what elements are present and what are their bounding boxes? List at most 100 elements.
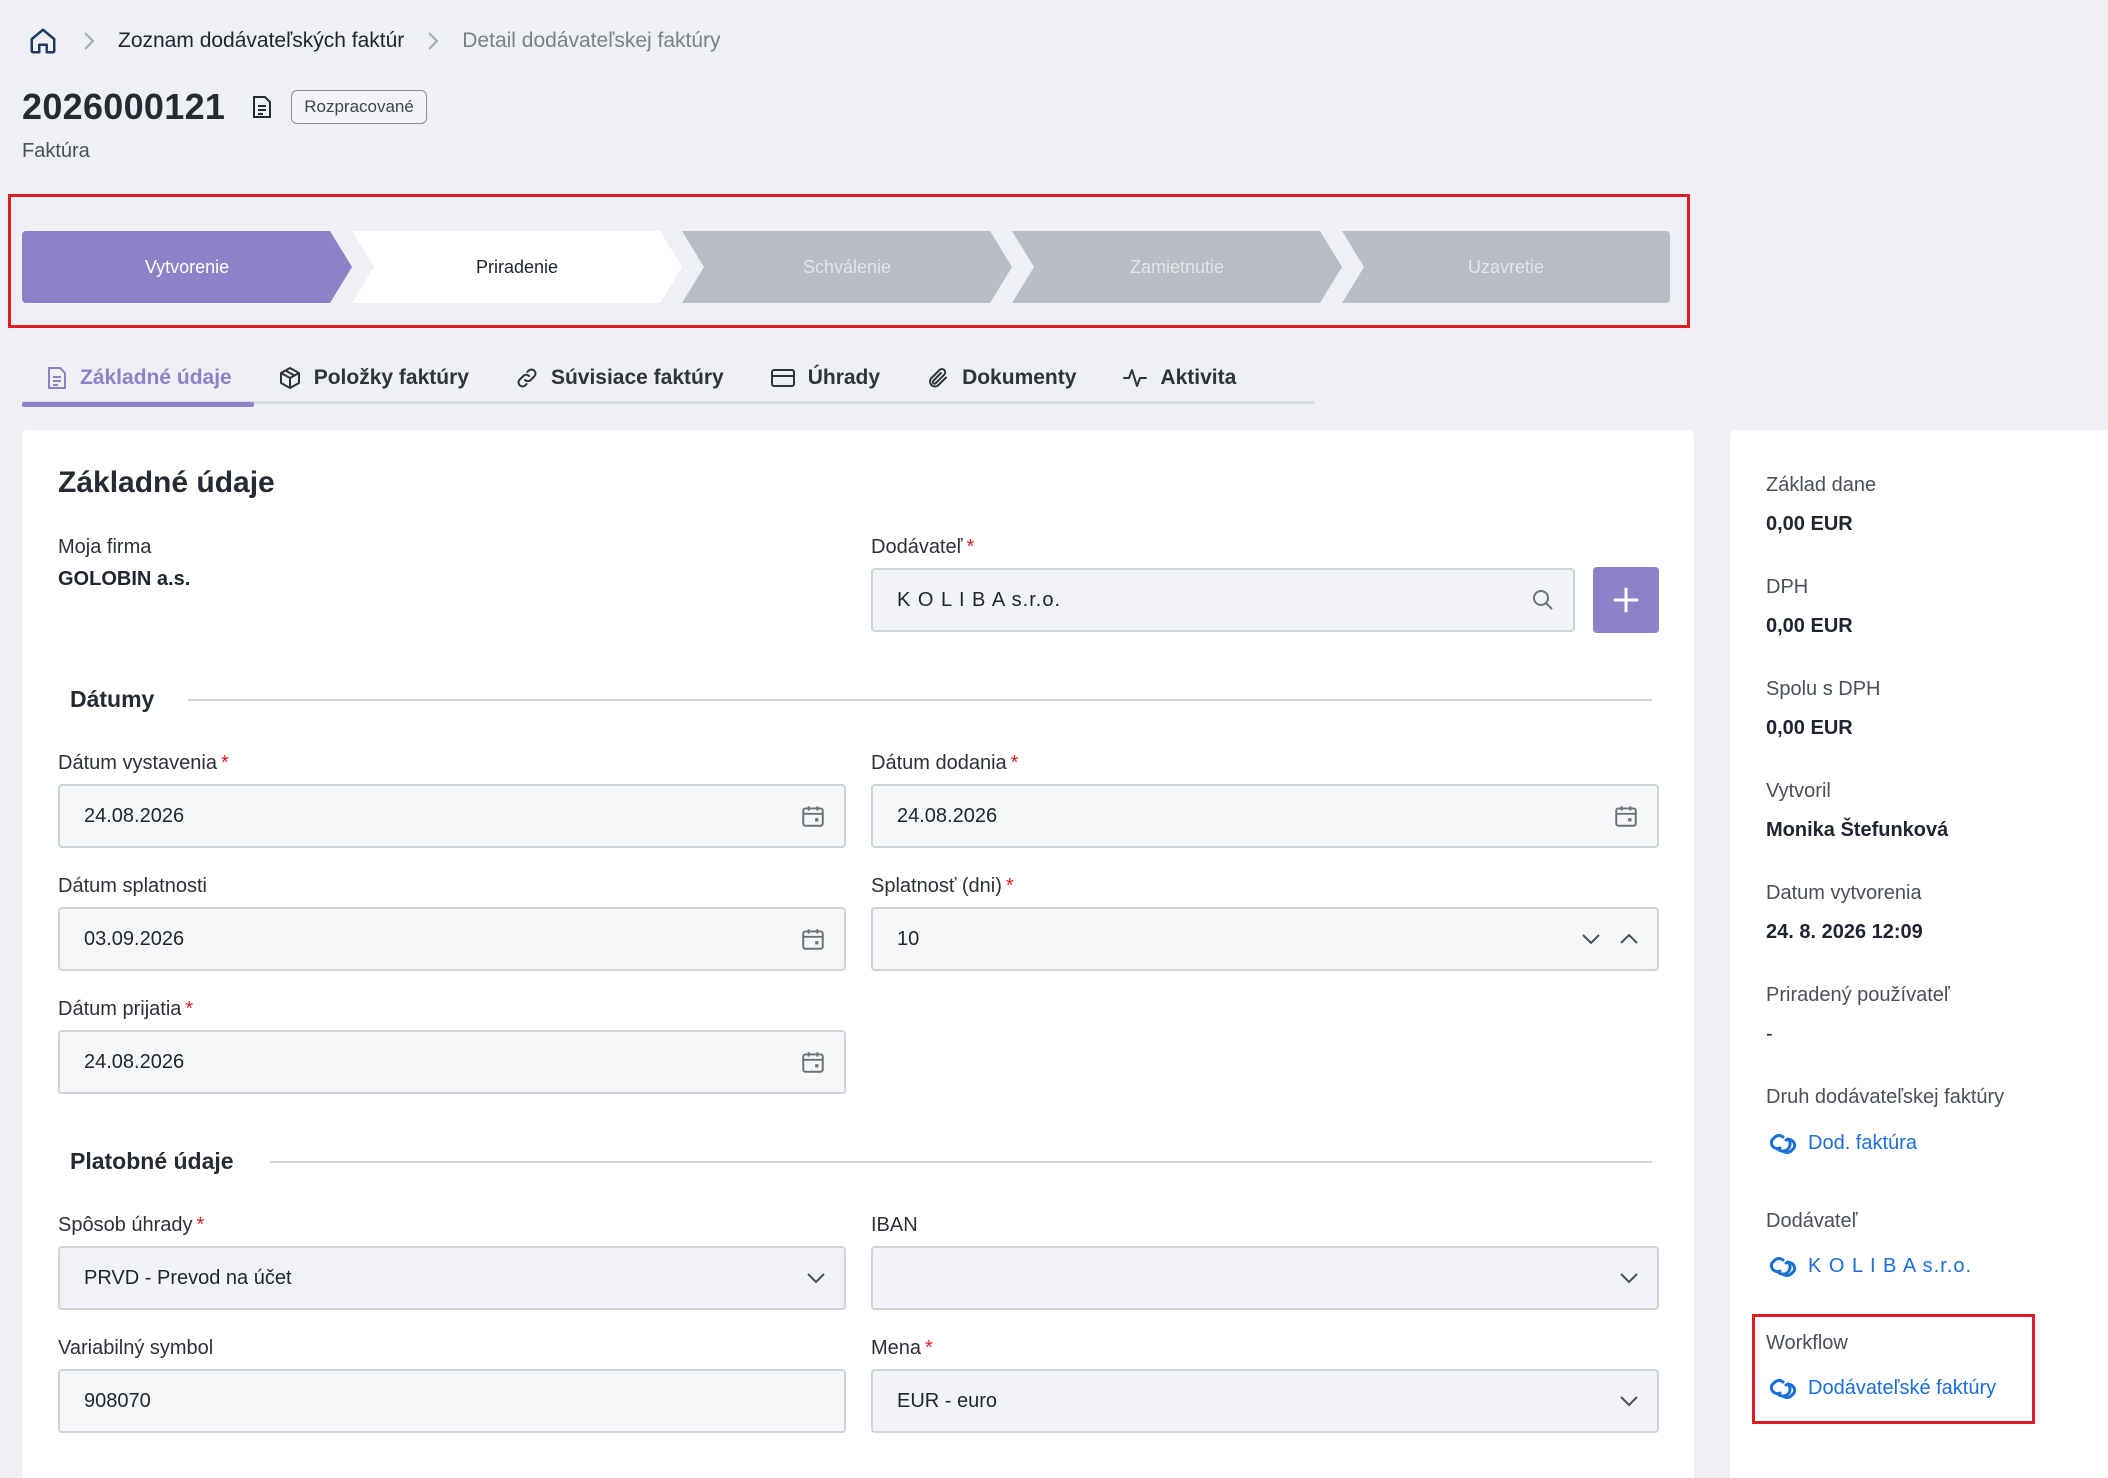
delivery-date-field[interactable]: 24.08.2026	[871, 784, 1659, 848]
total-value: 0,00 EUR	[1766, 717, 1853, 739]
tab-related-invoices[interactable]: Súvisiace faktúry	[491, 358, 746, 404]
status-badge: Rozpracované	[291, 90, 427, 124]
step-vytvorenie[interactable]: Vytvorenie	[22, 231, 352, 303]
search-icon[interactable]	[1531, 588, 1555, 612]
tab-label: Úhrady	[807, 366, 881, 389]
tab-invoice-items[interactable]: Položky faktúry	[254, 358, 491, 404]
home-icon[interactable]	[26, 24, 60, 58]
issue-date-field[interactable]: 24.08.2026	[58, 784, 846, 848]
card-icon	[770, 369, 795, 387]
sidebar-supplier-label: Dodávateľ	[1766, 1210, 1858, 1232]
created-by-value: Monika Štefunková	[1766, 819, 1949, 841]
chevron-right-icon	[418, 31, 448, 51]
payment-method-select[interactable]: PRVD - Prevod na účet	[58, 1246, 846, 1310]
tab-activity[interactable]: Aktivita	[1098, 358, 1258, 404]
workflow-stepper: Vytvorenie Priradenie Schválenie Zamietn…	[22, 231, 1670, 303]
tab-label: Položky faktúry	[313, 366, 469, 389]
card-title: Základné údaje	[58, 466, 275, 499]
supplier-link[interactable]: K O L I B A s.r.o.	[1766, 1255, 1972, 1278]
received-date-value: 24.08.2026	[84, 1050, 185, 1073]
calendar-icon[interactable]	[1613, 803, 1639, 829]
iban-select[interactable]	[871, 1246, 1659, 1310]
step-uzavretie[interactable]: Uzavretie	[1342, 231, 1670, 303]
link-icon	[1769, 1256, 1797, 1277]
paperclip-icon	[929, 368, 948, 388]
invoice-kind-label: Druh dodávateľskej faktúry	[1766, 1086, 2005, 1108]
chevron-up-icon[interactable]	[1619, 932, 1639, 946]
document-type: Faktúra	[22, 140, 90, 162]
step-priradenie[interactable]: Priradenie	[352, 231, 682, 303]
chevron-down-icon	[1619, 1271, 1639, 1285]
tab-bar: Základné údaje Položky faktúry Súvisiace…	[22, 358, 1314, 407]
breadcrumb-current: Detail dodávateľskej faktúry	[462, 29, 721, 52]
invoice-kind-link-text[interactable]: Dod. faktúra	[1808, 1132, 1917, 1155]
section-title-dates: Dátumy	[70, 686, 155, 712]
variable-symbol-label: Variabilný symbol	[58, 1337, 214, 1359]
tab-label: Dokumenty	[962, 366, 1077, 389]
supplier-link-text[interactable]: K O L I B A s.r.o.	[1808, 1255, 1972, 1278]
step-label: Vytvorenie	[144, 256, 230, 277]
variable-symbol-input[interactable]: 908070	[58, 1369, 846, 1433]
calendar-icon[interactable]	[800, 803, 826, 829]
calendar-icon[interactable]	[800, 926, 826, 952]
due-date-field[interactable]: 03.09.2026	[58, 907, 846, 971]
document-icon[interactable]	[249, 94, 275, 120]
supplier-label: Dodávateľ *	[871, 536, 975, 558]
stepper-controls	[1581, 932, 1639, 946]
step-schvalenie[interactable]: Schválenie	[682, 231, 1012, 303]
chevron-down-icon	[1619, 1394, 1639, 1408]
step-label: Zamietnutie	[1129, 256, 1225, 277]
page-title: 2026000121	[22, 86, 226, 127]
assigned-user-value: -	[1766, 1023, 1773, 1045]
my-company-label: Moja firma	[58, 536, 152, 558]
page-header: 2026000121 Rozpracované	[22, 86, 427, 128]
currency-select[interactable]: EUR - euro	[871, 1369, 1659, 1433]
step-label: Uzavretie	[1467, 256, 1545, 277]
vat-label: DPH	[1766, 576, 1809, 598]
breadcrumb-link-invoice-list[interactable]: Zoznam dodávateľských faktúr	[118, 29, 404, 53]
step-label: Schválenie	[802, 256, 892, 277]
tab-label: Aktivita	[1160, 366, 1237, 389]
box-icon	[279, 367, 300, 389]
supplier-value: K O L I B A s.r.o.	[897, 588, 1061, 611]
due-days-value: 10	[897, 927, 920, 950]
issue-date-value: 24.08.2026	[84, 804, 185, 827]
section-divider	[270, 1161, 1652, 1163]
due-days-stepper[interactable]: 10	[871, 907, 1659, 971]
supplier-field[interactable]: K O L I B A s.r.o.	[871, 568, 1575, 632]
assigned-user-label: Priradený používateľ	[1766, 984, 1950, 1006]
activity-icon	[1123, 369, 1148, 387]
received-date-field[interactable]: 24.08.2026	[58, 1030, 846, 1094]
due-date-label: Dátum splatnosti	[58, 875, 207, 897]
delivery-date-value: 24.08.2026	[897, 804, 998, 827]
tab-documents[interactable]: Dokumenty	[902, 358, 1098, 404]
created-by-label: Vytvoril	[1766, 780, 1831, 802]
workflow-highlight	[1752, 1314, 2035, 1424]
payment-method-value: PRVD - Prevod na účet	[84, 1266, 292, 1289]
invoice-kind-link[interactable]: Dod. faktúra	[1766, 1132, 1917, 1155]
tax-base-value: 0,00 EUR	[1766, 513, 1853, 535]
delivery-date-label: Dátum dodania *	[871, 752, 1019, 774]
calendar-icon[interactable]	[800, 1049, 826, 1075]
tab-basic-info[interactable]: Základné údaje	[22, 358, 254, 407]
chevron-down-icon	[806, 1271, 826, 1285]
tax-base-label: Základ dane	[1766, 474, 1877, 496]
section-title-payment: Platobné údaje	[70, 1148, 234, 1174]
step-zamietnutie[interactable]: Zamietnutie	[1012, 231, 1342, 303]
link-icon	[517, 368, 537, 388]
plus-icon	[1613, 587, 1639, 613]
payment-method-label: Spôsob úhrady *	[58, 1214, 205, 1236]
currency-label: Mena *	[871, 1337, 933, 1359]
section-divider	[188, 699, 1652, 701]
chevron-down-icon[interactable]	[1581, 932, 1601, 946]
add-supplier-button[interactable]	[1593, 567, 1659, 633]
variable-symbol-value: 908070	[84, 1389, 151, 1412]
my-company-value: GOLOBIN a.s.	[58, 568, 191, 590]
tab-payments[interactable]: Úhrady	[746, 358, 902, 404]
tab-label: Súvisiace faktúry	[550, 366, 724, 389]
due-date-value: 03.09.2026	[84, 927, 185, 950]
basic-info-card: Základné údaje Moja firma GOLOBIN a.s. D…	[22, 430, 1694, 1478]
received-date-label: Dátum prijatia *	[58, 998, 194, 1020]
iban-label: IBAN	[871, 1214, 918, 1236]
document-icon	[48, 367, 66, 389]
